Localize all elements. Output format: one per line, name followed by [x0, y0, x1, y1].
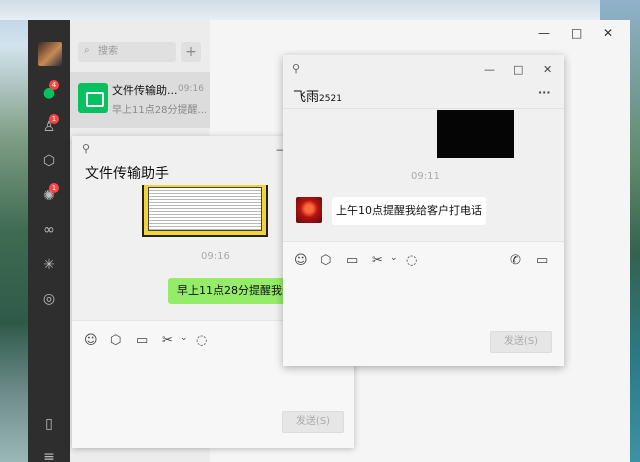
user-avatar[interactable] [38, 42, 62, 66]
video-call-icon[interactable]: ▭ [536, 253, 548, 268]
more-options-icon[interactable]: ··· [538, 86, 551, 99]
folder-icon[interactable]: ▭ [346, 253, 358, 268]
main-close-button[interactable]: ✕ [603, 26, 613, 40]
chat-item-name: 文件传输助... [112, 84, 178, 97]
main-minimize-button[interactable]: — [538, 26, 550, 40]
pin-icon[interactable]: ⚲ [292, 62, 300, 75]
cube-icon[interactable]: ⬡ [40, 152, 58, 170]
chat-unread-badge: 4 [49, 80, 59, 90]
contact-send-button[interactable]: 发送(S) [490, 331, 552, 353]
sparkle-icon[interactable]: ✳ [40, 256, 58, 274]
scissors-icon[interactable]: ✂ [162, 333, 173, 348]
message-time: 09:11 [411, 171, 440, 182]
phone-icon[interactable]: ▯ [40, 415, 58, 433]
contact-minimize-button[interactable]: — [484, 63, 495, 76]
chat-item-time: 09:16 [178, 84, 204, 94]
chat-item-preview: 早上11点28分提醒... [112, 105, 207, 116]
cube-icon[interactable]: ⬡ [320, 253, 331, 268]
contact-close-button[interactable]: ✕ [543, 63, 552, 76]
cube-icon[interactable]: ⬡ [110, 333, 121, 348]
add-button[interactable]: + [181, 42, 201, 62]
contact-avatar[interactable] [296, 197, 322, 223]
emoji-icon[interactable]: ☺ [294, 253, 308, 268]
scissors-icon[interactable]: ✂ [372, 253, 383, 268]
main-maximize-button[interactable]: □ [571, 26, 582, 40]
search-input[interactable]: 搜索 [78, 42, 176, 62]
file-helper-send-button[interactable]: 发送(S) [282, 411, 344, 433]
contact-name-suffix: 2521 [319, 94, 342, 104]
sent-message-bubble[interactable]: 早上11点28分提醒我开 [168, 278, 284, 304]
mini-program-icon[interactable]: ◎ [40, 290, 58, 308]
header-divider [283, 108, 564, 109]
file-helper-title: 文件传输助手 [85, 166, 169, 182]
received-message-bubble[interactable]: 上午10点提醒我给客户打电话 [332, 197, 486, 225]
search-icon: ⌕ [84, 45, 90, 56]
contact-name: 飞雨 [293, 90, 320, 105]
pin-icon[interactable]: ⚲ [82, 142, 90, 155]
desktop-wallpaper-top [0, 0, 640, 20]
chat-history-icon[interactable]: ◌ [196, 333, 207, 348]
contact-maximize-button[interactable]: □ [513, 63, 523, 76]
message-time: 09:16 [201, 251, 230, 262]
emoji-icon[interactable]: ☺ [84, 333, 98, 348]
image-message[interactable] [437, 110, 514, 158]
chat-history-icon[interactable]: ◌ [406, 253, 417, 268]
file-transfer-icon [78, 83, 108, 113]
chevron-down-icon[interactable]: ⌄ [390, 253, 398, 263]
voice-call-icon[interactable]: ✆ [510, 253, 521, 268]
image-content [148, 187, 262, 231]
contact-title: 飞雨2521 [293, 86, 342, 105]
image-message[interactable] [142, 185, 268, 237]
moments-unread-badge: 1 [49, 183, 59, 193]
menu-icon[interactable]: ≡ [40, 448, 58, 462]
folder-icon[interactable]: ▭ [136, 333, 148, 348]
channels-icon[interactable]: ∞ [40, 221, 58, 239]
chevron-down-icon[interactable]: ⌄ [180, 333, 188, 343]
contacts-unread-badge: 1 [49, 114, 59, 124]
